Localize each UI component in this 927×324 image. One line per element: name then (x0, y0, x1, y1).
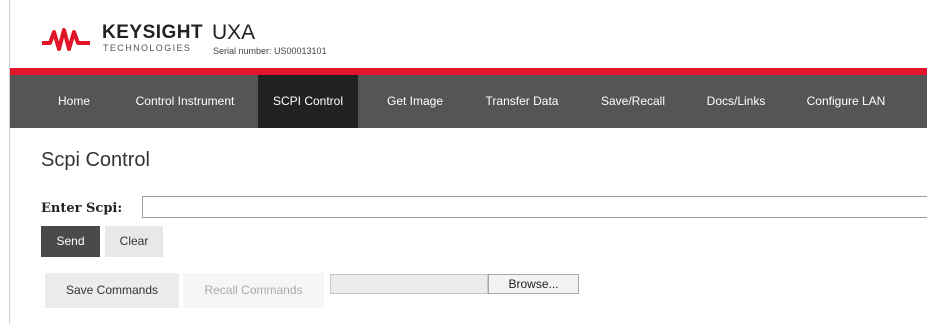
brand-name: KEYSIGHT (102, 22, 204, 43)
file-path-field[interactable] (330, 274, 488, 294)
nav-scpi-control[interactable]: SCPI Control (258, 75, 358, 128)
scpi-command-input[interactable] (142, 196, 927, 218)
brand-logo: KEYSIGHT TECHNOLOGIES (102, 23, 203, 53)
nav-home[interactable]: Home (48, 75, 100, 128)
nav-control-instrument[interactable]: Control Instrument (114, 75, 256, 128)
brand-subtitle: TECHNOLOGIES (103, 43, 192, 53)
main-nav: Home Control Instrument SCPI Control Get… (10, 75, 927, 128)
nav-get-image[interactable]: Get Image (374, 75, 456, 128)
page-title: Scpi Control (41, 149, 150, 171)
nav-docs-links[interactable]: Docs/Links (695, 75, 777, 128)
nav-transfer-data[interactable]: Transfer Data (472, 75, 572, 128)
serial-number: Serial number: US00013101 (213, 46, 327, 56)
send-button[interactable]: Send (41, 226, 100, 257)
clear-button[interactable]: Clear (105, 226, 163, 257)
keysight-logo-icon (42, 28, 90, 51)
enter-scpi-label: Enter Scpi: (41, 201, 123, 216)
nav-save-recall[interactable]: Save/Recall (588, 75, 678, 128)
instrument-model: UXA (212, 21, 256, 44)
save-commands-button[interactable]: Save Commands (45, 273, 179, 308)
header-divider (10, 68, 927, 75)
recall-commands-button[interactable]: Recall Commands (183, 273, 324, 308)
header: KEYSIGHT TECHNOLOGIES UXA Serial number:… (10, 0, 927, 68)
browse-button[interactable]: Browse... (488, 274, 579, 294)
nav-configure-lan[interactable]: Configure LAN (792, 75, 900, 128)
